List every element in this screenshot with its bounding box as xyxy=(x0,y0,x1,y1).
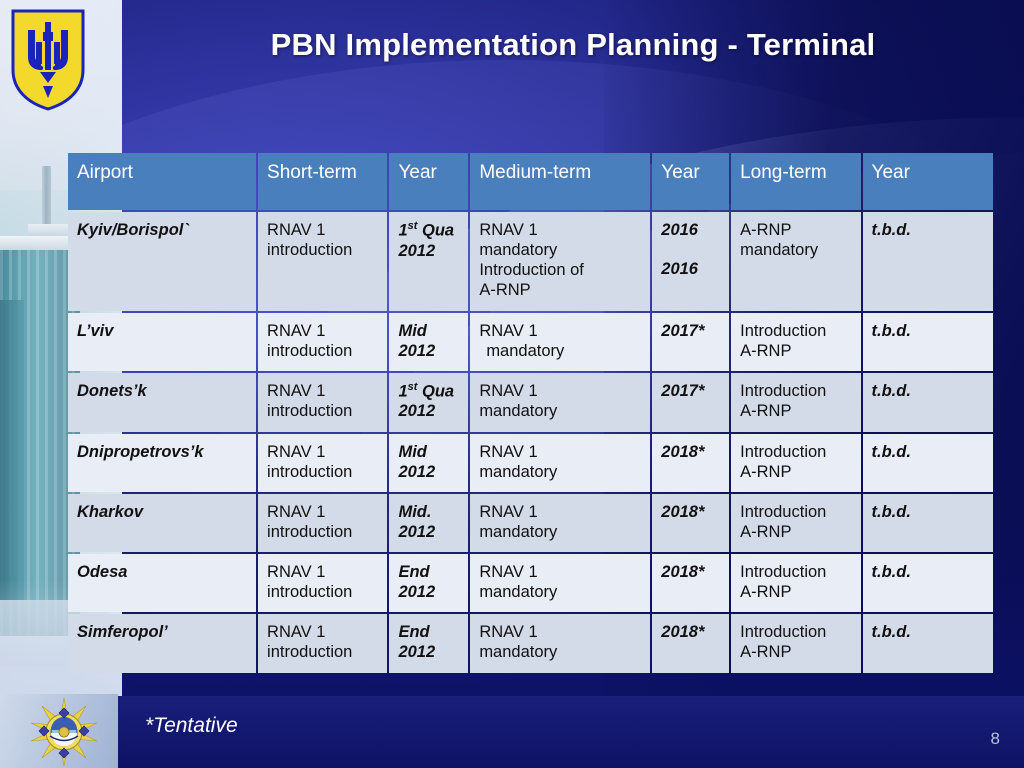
cell-long-term: A-RNP mandatory xyxy=(731,212,861,311)
cell-long-term: Introduction A-RNP xyxy=(731,372,861,432)
cell-airport-name: Simferopol’ xyxy=(68,614,257,673)
cell-short-year: Mid. 2012 xyxy=(389,493,469,552)
cell-medium-term: RNAV 1 mandatory xyxy=(470,554,651,613)
table-row: Simferopol’ RNAV 1 introduction End 2012 RNAV… xyxy=(68,614,993,673)
cell-long-year: t.b.d. xyxy=(862,212,993,311)
cell-medium-year: 2018* xyxy=(652,493,730,552)
cell-short-year: 1st Qua 2012 xyxy=(389,212,469,311)
cell-short-year: Mid 2012 xyxy=(389,312,469,371)
cell-long-term: Introduction A-RNP xyxy=(731,554,861,613)
cell-long-term: Introduction A-RNP xyxy=(731,312,861,371)
cell-short-term: RNAV 1 introduction xyxy=(258,614,388,673)
column-header-medium-year[interactable]: Year xyxy=(652,153,730,210)
cell-short-term: RNAV 1 introduction xyxy=(258,493,388,552)
cell-long-year: t.b.d. xyxy=(862,554,993,613)
cell-long-year: t.b.d. xyxy=(862,493,993,552)
cell-long-term: Introduction A-RNP xyxy=(731,614,861,673)
slide-canvas: PBN Implementation Planning - Terminal A… xyxy=(0,0,1024,768)
cell-medium-term: RNAV 1 mandatory xyxy=(470,493,651,552)
column-header-long-term[interactable]: Long-term xyxy=(731,153,861,210)
cell-airport-name: Dnipropetrovs’k xyxy=(68,433,257,492)
table-row: Kharkov RNAV 1 introduction Mid. 2012 RNAV 1m… xyxy=(68,493,993,552)
table-header-row: Airport Short-term Year Medium-term Year… xyxy=(68,153,993,210)
ukraine-trident-coat-of-arms xyxy=(11,9,85,111)
column-header-medium-term[interactable]: Medium-term xyxy=(470,153,651,210)
column-header-airport[interactable]: Airport xyxy=(68,153,257,210)
cell-long-term: Introduction A-RNP xyxy=(731,493,861,552)
table-row: Donets’k RNAV 1 introduction 1st Qua 2012 RNA… xyxy=(68,372,993,432)
column-header-short-year[interactable]: Year xyxy=(389,153,469,210)
cell-medium-year: 2018* xyxy=(652,554,730,613)
cell-long-year: t.b.d. xyxy=(862,433,993,492)
pbn-implementation-table: Airport Short-term Year Medium-term Year… xyxy=(66,151,995,675)
cell-long-year: t.b.d. xyxy=(862,614,993,673)
cell-short-year: End 2012 xyxy=(389,614,469,673)
page-number: 8 xyxy=(990,729,1000,748)
column-header-short-term[interactable]: Short-term xyxy=(258,153,388,210)
cell-medium-year: 2018* xyxy=(652,614,730,673)
table-row: L’viv RNAV 1 introduction Mid 2012 RNAV 1 mand… xyxy=(68,312,993,371)
cell-long-year: t.b.d. xyxy=(862,312,993,371)
table-row: Dnipropetrovs’k RNAV 1 introduction Mid 2012… xyxy=(68,433,993,492)
cell-medium-term: RNAV 1 mandatory xyxy=(470,312,651,371)
cell-medium-year: 2018* xyxy=(652,433,730,492)
table-body: Kyiv/Borispol` RNAV 1 introduction 1st Qua 2… xyxy=(68,212,993,673)
cell-long-term: Introduction A-RNP xyxy=(731,433,861,492)
cell-short-term: RNAV 1 introduction xyxy=(258,433,388,492)
cell-short-term: RNAV 1 introduction xyxy=(258,372,388,432)
table-row: Kyiv/Borispol` RNAV 1 introduction 1st Qua 2… xyxy=(68,212,993,311)
cell-short-term: RNAV 1 introduction xyxy=(258,212,388,311)
cell-medium-term: RNAV 1 mandatory xyxy=(470,614,651,673)
cell-medium-term: RNAV 1 mandatory xyxy=(470,433,651,492)
aviation-authority-emblem xyxy=(30,697,98,766)
page-title: PBN Implementation Planning - Terminal xyxy=(270,27,876,62)
cell-medium-year: 2017* xyxy=(652,372,730,432)
cell-medium-term: RNAV 1 mandatory Introduction of A-RNP xyxy=(470,212,651,311)
cell-airport-name: Kyiv/Borispol` xyxy=(68,212,257,311)
cell-long-year: t.b.d. xyxy=(862,372,993,432)
cell-airport-name: Kharkov xyxy=(68,493,257,552)
cell-short-year: End 2012 xyxy=(389,554,469,613)
cell-medium-term: RNAV 1 mandatory xyxy=(470,372,651,432)
cell-medium-year: 2017* xyxy=(652,312,730,371)
column-header-long-year[interactable]: Year xyxy=(862,153,993,210)
table-row: Odesa RNAV 1 introduction End 2012 RNAV 1 mand… xyxy=(68,554,993,613)
footnote-tentative: *Tentative xyxy=(145,714,238,737)
pbn-implementation-table-wrapper: Airport Short-term Year Medium-term Year… xyxy=(66,151,995,675)
cell-short-year: 1st Qua 2012 xyxy=(389,372,469,432)
cell-airport-name: Odesa xyxy=(68,554,257,613)
cell-short-term: RNAV 1 introduction xyxy=(258,312,388,371)
cell-airport-name: L’viv xyxy=(68,312,257,371)
cell-short-year: Mid 2012 xyxy=(389,433,469,492)
cell-airport-name: Donets’k xyxy=(68,372,257,432)
cell-medium-year: 2016 2016 xyxy=(652,212,730,311)
cell-short-term: RNAV 1 introduction xyxy=(258,554,388,613)
